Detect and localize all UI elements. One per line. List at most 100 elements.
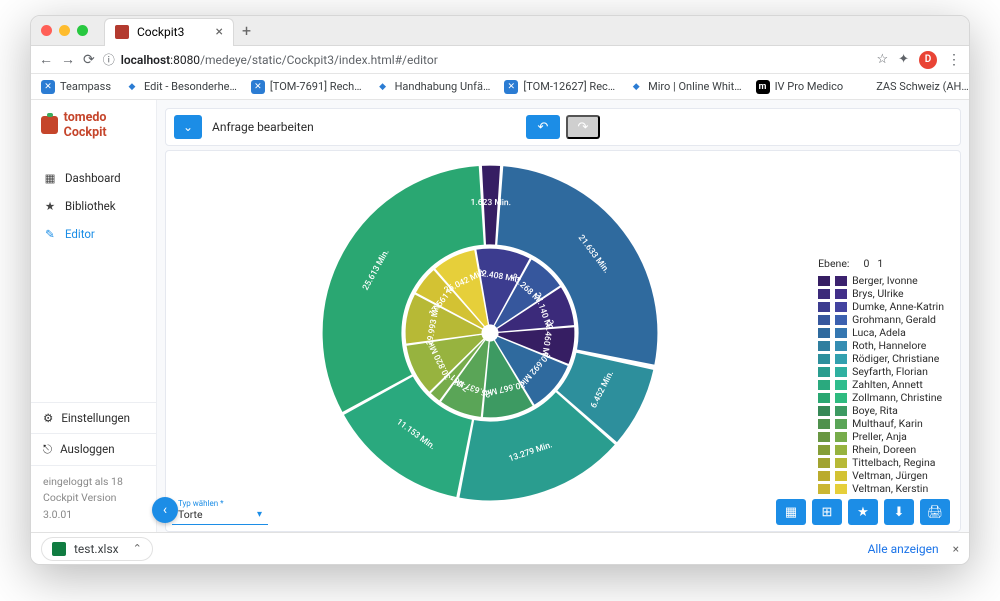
sidebar-item-label: Einstellungen [61, 411, 130, 425]
legend-item[interactable]: Roth, Hannelore [818, 339, 944, 352]
legend-swatch-icon [818, 315, 830, 325]
action-star-button[interactable]: ★ [848, 499, 878, 525]
legend-item[interactable]: Zahlten, Annett [818, 378, 944, 391]
bookmark-item[interactable]: ◆Miro | Online Whit… [629, 80, 741, 94]
browser-tab[interactable]: Cockpit3 × [104, 18, 234, 46]
minimize-window-button[interactable] [59, 25, 70, 36]
legend-item[interactable]: Zollmann, Christine [818, 391, 944, 404]
chart-card: ‹ 21.633 Min.6.452 Min.13.279 Min.11.153… [165, 150, 961, 532]
legend-item[interactable]: Tittelbach, Regina [818, 456, 944, 469]
address-bar[interactable]: ⓘ localhost:8080/medeye/static/Cockpit3/… [103, 51, 869, 68]
legend-swatch-icon [835, 432, 847, 442]
download-icon: ⬇ [894, 505, 905, 520]
bookmark-item[interactable]: ✕Teampass [41, 80, 111, 94]
legend-item[interactable]: Brys, Ulrike [818, 287, 944, 300]
sidebar-item-dashboard[interactable]: ▦ Dashboard [31, 164, 156, 192]
dropdown-toggle-button[interactable]: ⌄ [174, 115, 202, 139]
action-print-button[interactable]: 🖨 [920, 499, 950, 525]
chart-actions: ▦ ⊞ ★ ⬇ 🖨 [776, 499, 950, 525]
action-download-button[interactable]: ⬇ [884, 499, 914, 525]
show-all-downloads-button[interactable]: Alle anzeigen [868, 542, 939, 556]
action-grid-button[interactable]: ⊞ [812, 499, 842, 525]
nav: ▦ Dashboard ★ Bibliothek ✎ Editor [31, 164, 156, 248]
sidebar-item-editor[interactable]: ✎ Editor [31, 220, 156, 248]
bookmark-item[interactable]: ✕[TOM-12627] Rec… [504, 80, 615, 94]
download-chip[interactable]: test.xlsx ⌃ [41, 537, 153, 561]
legend-swatch-icon [818, 458, 830, 468]
redo-button[interactable]: ↷ [566, 115, 600, 139]
chevron-down-icon: ⌄ [183, 120, 193, 134]
bookmark-item[interactable]: ✕[TOM-7691] Rech… [251, 80, 362, 94]
legend-col-1: 1 [877, 257, 883, 270]
chart-type-select[interactable]: Typ wählen * Torte ▾ [172, 495, 268, 525]
legend-swatch-icon [835, 393, 847, 403]
profile-button[interactable]: D [919, 51, 937, 69]
legend-label: Boye, Rita [852, 404, 898, 417]
sidebar-item-bibliothek[interactable]: ★ Bibliothek [31, 192, 156, 220]
legend-swatch-icon [818, 445, 830, 455]
download-filename: test.xlsx [74, 542, 119, 556]
site-info-icon[interactable]: ⓘ [103, 51, 115, 68]
bookmark-item[interactable]: ZAS Schweiz (AH… [857, 80, 969, 94]
legend-swatch-icon [818, 302, 830, 312]
app-root: tomedo Cockpit ▦ Dashboard ★ Bibliothek … [31, 100, 969, 532]
legend-item[interactable]: Seyfarth, Florian [818, 365, 944, 378]
legend-label: Veltman, Kerstin [852, 482, 928, 495]
legend-item[interactable]: Veltman, Kerstin [818, 482, 944, 495]
excel-icon [52, 542, 66, 556]
bookmark-item[interactable]: ◆Handhabung Unfä… [376, 80, 491, 94]
close-tab-button[interactable]: × [216, 24, 223, 40]
bookmark-item[interactable]: mIV Pro Medico [756, 80, 844, 94]
legend-label: Luca, Adela [852, 326, 906, 339]
close-shelf-button[interactable]: × [953, 542, 959, 556]
pie-chart[interactable]: 21.633 Min.6.452 Min.13.279 Min.11.153 M… [180, 153, 740, 513]
legend-item[interactable]: Grohmann, Gerald [818, 313, 944, 326]
action-table-button[interactable]: ▦ [776, 499, 806, 525]
sidebar-item-logout[interactable]: ⎋ Ausloggen [31, 434, 156, 466]
print-icon: 🖨 [927, 505, 944, 520]
star-icon: ★ [857, 505, 869, 520]
sidebar: tomedo Cockpit ▦ Dashboard ★ Bibliothek … [31, 100, 157, 532]
star-icon: ★ [43, 199, 57, 213]
legend-item[interactable]: Berger, Ivonne [818, 274, 944, 287]
legend-swatch-icon [835, 471, 847, 481]
topbar-title: Anfrage bearbeiten [212, 120, 314, 134]
menu-button[interactable]: ⋮ [947, 52, 961, 68]
bookmark-star-button[interactable]: ☆ [876, 52, 888, 67]
chevron-down-icon: ▾ [257, 509, 262, 520]
legend-swatch-icon [835, 328, 847, 338]
legend-label: Zahlten, Annett [852, 378, 923, 391]
legend-item[interactable]: Rhein, Doreen [818, 443, 944, 456]
legend-title: Ebene: [818, 257, 849, 270]
bookmarks-bar: ✕Teampass ◆Edit - Besonderhe… ✕[TOM-7691… [31, 74, 969, 100]
new-tab-button[interactable]: + [242, 21, 251, 40]
topbar: ⌄ Anfrage bearbeiten ↶ ↷ [165, 108, 961, 146]
sidebar-item-settings[interactable]: ⚙ Einstellungen [31, 403, 156, 434]
legend-swatch-icon [835, 315, 847, 325]
table-icon: ▦ [785, 505, 797, 520]
legend-label: Rhein, Doreen [852, 443, 916, 456]
reload-button[interactable]: ⟳ [83, 52, 95, 68]
legend-item[interactable]: Dumke, Anne-Katrin [818, 300, 944, 313]
legend-swatch-icon [835, 302, 847, 312]
chevron-up-icon: ⌃ [133, 542, 142, 555]
legend-item[interactable]: Luca, Adela [818, 326, 944, 339]
tab-title: Cockpit3 [137, 25, 184, 39]
undo-button[interactable]: ↶ [526, 115, 560, 139]
legend-item[interactable]: Veltman, Jürgen [818, 469, 944, 482]
legend-item[interactable]: Multhauf, Karin [818, 417, 944, 430]
legend-item[interactable]: Rödiger, Christiane [818, 352, 944, 365]
logged-in-text: eingeloggt als 18 [43, 474, 144, 491]
legend-swatch-icon [835, 419, 847, 429]
forward-button[interactable]: → [61, 51, 75, 68]
bookmark-item[interactable]: ◆Edit - Besonderhe… [125, 80, 237, 94]
back-button[interactable]: ← [39, 51, 53, 68]
maximize-window-button[interactable] [77, 25, 88, 36]
legend-col-0: 0 [863, 257, 869, 270]
legend-item[interactable]: Boye, Rita [818, 404, 944, 417]
legend-item[interactable]: Preller, Anja [818, 430, 944, 443]
legend: Ebene: 0 1 Berger, IvonneBrys, UlrikeDum… [818, 257, 944, 495]
close-window-button[interactable] [41, 25, 52, 36]
extensions-button[interactable]: ✦ [898, 52, 909, 67]
brand: tomedo Cockpit [31, 100, 156, 150]
